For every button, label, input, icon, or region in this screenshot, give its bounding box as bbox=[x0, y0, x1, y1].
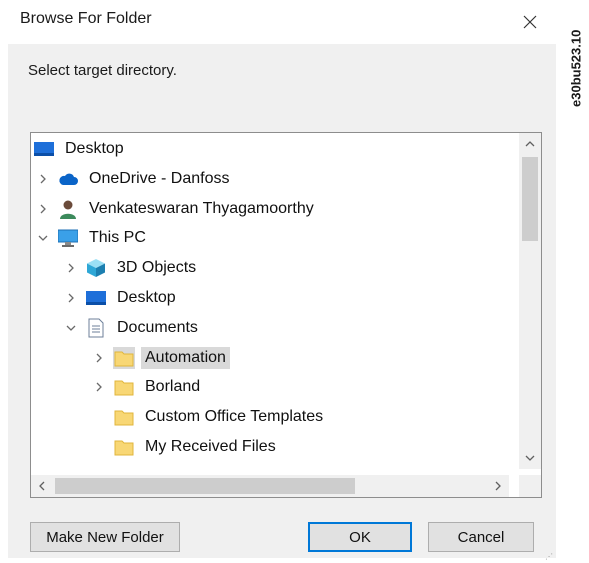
tree-item-label: Documents bbox=[117, 318, 198, 336]
tree-item[interactable]: Desktop bbox=[31, 135, 509, 163]
user-icon bbox=[57, 198, 79, 220]
title-bar: Browse For Folder bbox=[8, 0, 556, 44]
scroll-left-button[interactable] bbox=[31, 475, 53, 497]
tree-item-label: 3D Objects bbox=[117, 259, 197, 277]
tree-expander[interactable] bbox=[91, 379, 107, 395]
cloud-icon bbox=[57, 168, 79, 190]
tree-item-label: Custom Office Templates bbox=[145, 408, 324, 426]
chevron-left-icon bbox=[39, 481, 45, 491]
tree-expander[interactable] bbox=[63, 260, 79, 276]
folder-icon bbox=[113, 376, 135, 398]
tree-item-label: PDFescape Desktop bbox=[141, 466, 296, 469]
make-new-folder-button[interactable]: Make New Folder bbox=[30, 522, 180, 552]
ok-button[interactable]: OK bbox=[308, 522, 412, 552]
tree-item-label: Desktop bbox=[65, 140, 124, 157]
tree-item[interactable]: Venkateswaran Thyagamoorthy bbox=[31, 195, 509, 223]
chevron-down-icon bbox=[66, 325, 76, 331]
tree-expander bbox=[91, 439, 107, 455]
scrollbar-corner bbox=[519, 475, 541, 497]
cube-icon bbox=[85, 257, 107, 279]
tree-item-label: My Received Files bbox=[145, 438, 276, 455]
scroll-right-button[interactable] bbox=[487, 475, 509, 497]
close-button[interactable] bbox=[514, 6, 546, 38]
tree-item-label: Borland bbox=[145, 378, 201, 396]
documents-icon bbox=[85, 317, 107, 339]
vertical-scrollbar[interactable] bbox=[519, 133, 541, 469]
tree-expander[interactable] bbox=[35, 201, 51, 217]
chevron-down-icon bbox=[525, 455, 535, 461]
tree-item[interactable]: Custom Office Templates bbox=[31, 403, 509, 431]
tree-expander bbox=[91, 409, 107, 425]
tree-item-label: Automation bbox=[141, 346, 230, 369]
tree-item-label: Desktop bbox=[117, 289, 176, 306]
chevron-right-icon bbox=[40, 174, 46, 184]
tree-item[interactable]: Automation bbox=[31, 344, 509, 372]
chevron-down-icon bbox=[38, 235, 48, 242]
tree-item-label: Venkateswaran Thyagamoorthy bbox=[89, 199, 314, 217]
scroll-down-button[interactable] bbox=[519, 447, 541, 469]
tree-expander[interactable] bbox=[91, 350, 107, 366]
tree-expander[interactable] bbox=[63, 320, 79, 336]
close-icon bbox=[523, 15, 537, 29]
vertical-scroll-thumb[interactable] bbox=[522, 157, 538, 241]
tree-item-label: OneDrive - Danfoss bbox=[89, 169, 230, 187]
horizontal-scroll-thumb[interactable] bbox=[55, 478, 355, 494]
chevron-up-icon bbox=[525, 141, 535, 147]
tree-item[interactable]: This PC bbox=[31, 224, 509, 252]
desktop-icon bbox=[33, 138, 55, 160]
tree-expander[interactable] bbox=[35, 171, 51, 187]
instruction-text: Select target directory. bbox=[28, 62, 177, 79]
tree-item[interactable]: Documents bbox=[31, 314, 509, 342]
tree-item[interactable]: OneDrive - Danfoss bbox=[31, 165, 509, 193]
chevron-right-icon bbox=[68, 263, 74, 273]
figure-reference-label: e30bu523.10 bbox=[568, 29, 584, 107]
chevron-right-icon bbox=[96, 382, 102, 392]
desktop-icon bbox=[85, 287, 107, 309]
tree-item[interactable]: My Received Files bbox=[31, 433, 509, 461]
chevron-right-icon bbox=[40, 204, 46, 214]
tree-expander[interactable] bbox=[63, 290, 79, 306]
folder-icon bbox=[113, 466, 135, 469]
scroll-up-button[interactable] bbox=[519, 133, 541, 155]
tree-item-label: This PC bbox=[89, 229, 146, 247]
folder-tree-rows: Desktop OneDrive - Danfoss Venkateswaran T… bbox=[31, 133, 509, 469]
folder-icon bbox=[113, 436, 135, 458]
computer-icon bbox=[57, 227, 79, 249]
folder-icon bbox=[113, 346, 135, 369]
chevron-right-icon bbox=[96, 353, 102, 363]
horizontal-scrollbar[interactable] bbox=[31, 475, 509, 497]
folder-tree[interactable]: Desktop OneDrive - Danfoss Venkateswaran T… bbox=[30, 132, 542, 498]
cancel-button[interactable]: Cancel bbox=[428, 522, 534, 552]
tree-expander[interactable] bbox=[35, 230, 51, 246]
tree-item[interactable]: 3D Objects bbox=[31, 254, 509, 282]
browse-for-folder-dialog: Browse For Folder Select target director… bbox=[8, 0, 556, 558]
resize-grip[interactable]: ⋰ bbox=[545, 552, 553, 561]
chevron-right-icon bbox=[495, 481, 501, 491]
tree-item[interactable]: Borland bbox=[31, 373, 509, 401]
chevron-right-icon bbox=[68, 293, 74, 303]
dialog-title: Browse For Folder bbox=[20, 10, 152, 27]
folder-icon bbox=[113, 406, 135, 428]
tree-item[interactable]: Desktop bbox=[31, 284, 509, 312]
tree-item[interactable]: PDFescape Desktop bbox=[31, 463, 509, 469]
